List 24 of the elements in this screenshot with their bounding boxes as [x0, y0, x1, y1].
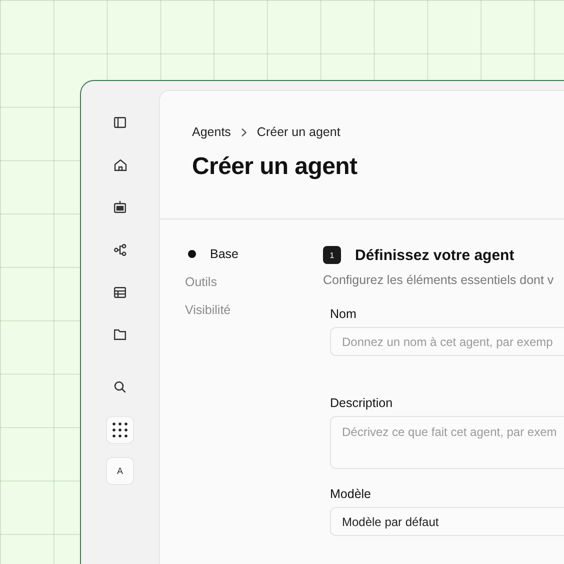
home-icon — [114, 158, 126, 170]
chevron-right-icon — [240, 128, 247, 136]
name-field[interactable]: Donnez un nom à cet agent, par exemp — [330, 327, 564, 356]
description-field[interactable]: Décrivez ce que fait cet agent, par exem — [330, 416, 564, 469]
step-number-badge: 1 — [323, 246, 341, 264]
section-subtitle: Configurez les éléments essentiels dont v — [323, 273, 555, 287]
step-tab[interactable]: Base — [185, 246, 323, 262]
dots-grid-icon — [112, 422, 128, 438]
model-dropdown[interactable]: Modèle par défaut — [330, 507, 564, 536]
account-button[interactable]: A — [107, 458, 133, 484]
apps-button[interactable] — [107, 416, 133, 442]
folder-icon — [114, 329, 126, 340]
field-label: Modèle — [330, 487, 372, 501]
table-icon — [114, 286, 126, 298]
sidebar-toggle-icon — [114, 116, 126, 128]
field-label: Description — [330, 396, 394, 410]
field-label: Nom — [330, 307, 358, 321]
workflow-icon — [114, 244, 126, 256]
page-title: Créer un agent — [192, 153, 358, 181]
breadcrumb-link[interactable]: Agents — [192, 125, 231, 139]
robot-icon — [114, 201, 126, 213]
breadcrumb-current: Créer un agent — [256, 125, 340, 139]
search-icon — [114, 381, 126, 393]
section-heading: Définissez votre agent — [355, 246, 514, 264]
